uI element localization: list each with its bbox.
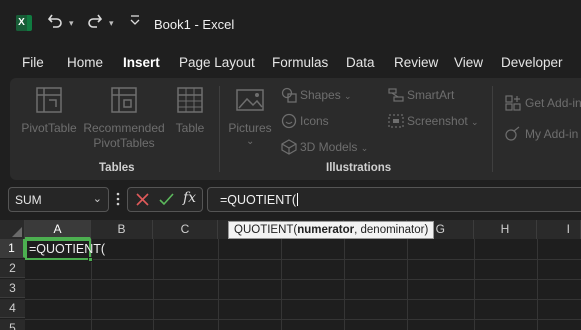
- recommended-pivot-tables-button[interactable]: Recommended PivotTables: [81, 121, 167, 151]
- shapes-dropdown-icon: ⌄: [344, 91, 352, 101]
- formula-input[interactable]: =QUOTIENT(: [207, 187, 581, 212]
- tab-developer[interactable]: Developer: [501, 55, 563, 70]
- table-icon: [176, 86, 204, 119]
- 3d-models-dropdown-icon: ⌄: [360, 143, 369, 153]
- insert-function-icon[interactable]: fx: [183, 190, 196, 206]
- cell-a1-value: =QUOTIENT(: [29, 242, 106, 256]
- redo-dropdown-icon[interactable]: ▾: [109, 18, 114, 29]
- 3d-models-button[interactable]: 3D Models ⌄: [300, 140, 368, 154]
- function-tooltip[interactable]: QUOTIENT(numerator, denominator): [228, 221, 435, 239]
- name-box[interactable]: SUM ⌄: [8, 187, 109, 212]
- shapes-label: Shapes: [300, 88, 341, 102]
- recommended-label-line1: Recommended: [83, 121, 165, 135]
- shapes-icon: [281, 87, 297, 108]
- undo-icon[interactable]: [46, 12, 64, 35]
- more-options-icon[interactable]: [116, 191, 120, 212]
- screenshot-button[interactable]: Screenshot ⌄: [407, 114, 479, 128]
- row-header-2[interactable]: 2: [0, 259, 25, 278]
- row-header-1[interactable]: 1: [0, 239, 25, 258]
- tooltip-remaining-arguments: , denominator): [354, 224, 429, 236]
- select-all-corner[interactable]: [0, 220, 25, 239]
- fill-handle[interactable]: [88, 257, 93, 262]
- enter-icon[interactable]: [159, 193, 174, 211]
- screenshot-icon: [388, 113, 404, 134]
- pictures-icon: [235, 88, 265, 119]
- tab-insert[interactable]: Insert: [123, 55, 160, 70]
- formula-buttons: fx: [127, 187, 203, 212]
- screenshot-dropdown-icon: ⌄: [471, 117, 479, 127]
- pivot-table-button[interactable]: PivotTable: [20, 121, 78, 136]
- grid-line: [25, 299, 581, 300]
- grid-line: [344, 239, 345, 330]
- ribbon-tabs: File Home Insert Page Layout Formulas Da…: [0, 48, 581, 78]
- tab-formulas[interactable]: Formulas: [272, 55, 328, 70]
- grid-line: [25, 279, 581, 280]
- tab-home[interactable]: Home: [67, 55, 103, 70]
- shapes-button[interactable]: Shapes ⌄: [300, 88, 352, 102]
- tab-data[interactable]: Data: [346, 55, 375, 70]
- grid-line: [25, 259, 581, 260]
- grid-line: [474, 239, 475, 330]
- column-header-h[interactable]: H: [474, 220, 537, 239]
- row-header-3[interactable]: 3: [0, 279, 25, 298]
- smartart-button[interactable]: SmartArt: [407, 88, 454, 102]
- my-addins-button[interactable]: My Add-in: [525, 127, 578, 141]
- get-addins-icon: [505, 95, 521, 116]
- undo-dropdown-icon[interactable]: ▾: [69, 18, 74, 29]
- grid-line: [281, 239, 282, 330]
- column-header-c[interactable]: C: [153, 220, 218, 239]
- tab-review[interactable]: Review: [394, 55, 438, 70]
- icons-icon: [281, 113, 297, 134]
- table-button[interactable]: Table: [172, 121, 208, 136]
- get-addins-button[interactable]: Get Add-in: [525, 96, 581, 110]
- customize-toolbar-icon[interactable]: [129, 13, 141, 32]
- grid-line: [407, 239, 408, 330]
- recommended-label-line2: PivotTables: [93, 136, 155, 150]
- tooltip-current-argument: numerator: [297, 224, 355, 236]
- tooltip-function-name: QUOTIENT(: [234, 224, 298, 236]
- screenshot-label: Screenshot: [407, 114, 468, 128]
- redo-icon[interactable]: [86, 12, 104, 35]
- text-caret: [297, 193, 299, 206]
- window-title: Book1 - Excel: [154, 17, 235, 32]
- ribbon-divider: [492, 86, 493, 172]
- excel-logo-icon: X: [16, 15, 32, 31]
- grid-line: [25, 319, 581, 320]
- tab-file[interactable]: File: [22, 55, 44, 70]
- tables-group-label: Tables: [99, 162, 135, 174]
- title-bar: X ▾ ▾ Book1 - Excel: [0, 0, 581, 48]
- ribbon-divider: [219, 86, 220, 172]
- my-addins-icon: [505, 126, 521, 147]
- tab-view[interactable]: View: [454, 55, 483, 70]
- tab-page-layout[interactable]: Page Layout: [179, 55, 255, 70]
- illustrations-group-label: Illustrations: [326, 162, 392, 174]
- row-header-5[interactable]: 5: [0, 319, 25, 330]
- pictures-dropdown-icon[interactable]: ⌄: [246, 136, 254, 147]
- chevron-down-icon[interactable]: ⌄: [93, 192, 102, 205]
- pivot-table-icon: [35, 86, 63, 119]
- 3d-models-icon: [281, 139, 297, 160]
- grid-line: [218, 239, 219, 330]
- formula-text: =QUOTIENT(: [220, 193, 297, 207]
- recommended-pivot-tables-icon: [110, 86, 138, 119]
- column-header-i[interactable]: I: [537, 220, 581, 239]
- column-header-b[interactable]: B: [91, 220, 153, 239]
- grid-line: [153, 239, 154, 330]
- name-box-value: SUM: [15, 193, 42, 207]
- cancel-icon[interactable]: [136, 193, 149, 211]
- row-header-4[interactable]: 4: [0, 299, 25, 318]
- grid-line: [537, 239, 538, 330]
- pictures-button[interactable]: Pictures: [227, 121, 273, 136]
- smartart-icon: [388, 87, 404, 108]
- icons-button[interactable]: Icons: [300, 114, 329, 128]
- 3d-models-label: 3D Models: [300, 140, 358, 154]
- column-header-a[interactable]: A: [25, 220, 91, 239]
- excel-logo-letter: X: [16, 15, 27, 31]
